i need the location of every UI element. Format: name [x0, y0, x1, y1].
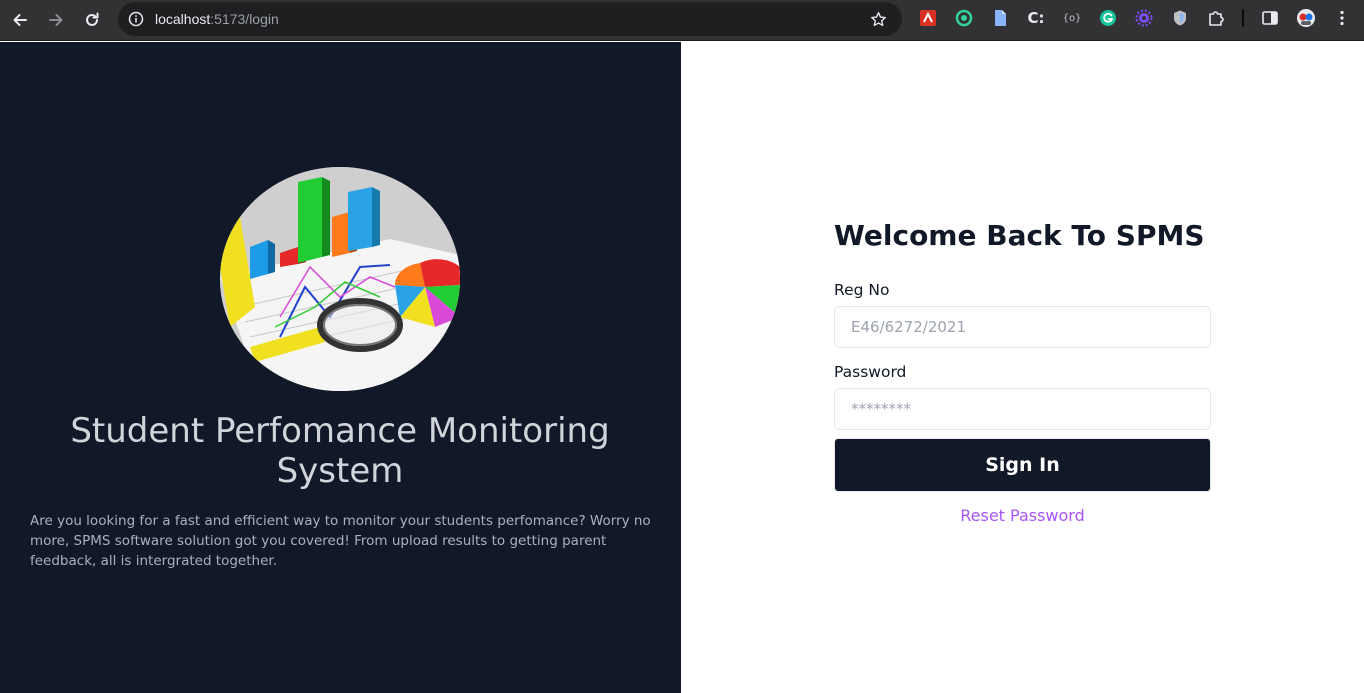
left-panel: Student Perfomance Monitoring System Are… [0, 42, 681, 693]
side-panel-icon[interactable] [1260, 8, 1280, 28]
system-title: Student Perfomance Monitoring System [70, 411, 610, 491]
forward-arrow-icon[interactable] [42, 6, 70, 34]
star-icon[interactable] [868, 9, 888, 29]
green-ring-extension-icon[interactable] [954, 8, 974, 28]
password-label: Password [834, 363, 907, 381]
purple-gear-extension-icon[interactable] [1134, 8, 1154, 28]
document-extension-icon[interactable] [990, 8, 1010, 28]
login-panel: Welcome Back To SPMS Reg No Password Sig… [681, 42, 1364, 693]
system-description: Are you looking for a fast and efficient… [30, 513, 651, 569]
reg-no-input[interactable] [834, 306, 1211, 348]
url-path: :5173/login [210, 11, 279, 27]
sign-in-button[interactable]: Sign In [834, 438, 1211, 492]
reset-password-link[interactable]: Reset Password [834, 506, 1211, 526]
url-host: localhost [155, 11, 211, 27]
c-colon-extension-icon[interactable]: C: [1026, 8, 1046, 28]
shield-extension-icon[interactable] [1170, 8, 1190, 28]
code-extension-icon[interactable]: {o} [1062, 8, 1082, 28]
browser-toolbar: localhost:5173/login C: {o} [0, 0, 1364, 41]
red-extension-icon[interactable] [918, 8, 938, 28]
analytics-illustration [220, 167, 460, 391]
puzzle-extensions-icon[interactable] [1206, 8, 1226, 28]
back-arrow-icon[interactable] [6, 6, 34, 34]
password-input[interactable] [834, 388, 1211, 430]
site-info-icon[interactable] [126, 9, 146, 29]
toolbar-divider [1242, 9, 1244, 27]
grammarly-icon[interactable] [1098, 8, 1118, 28]
address-bar[interactable]: localhost:5173/login [118, 2, 902, 36]
kebab-menu-icon[interactable] [1332, 8, 1352, 28]
reload-icon[interactable] [78, 6, 106, 34]
welcome-heading: Welcome Back To SPMS [834, 219, 1205, 252]
url-text[interactable]: localhost:5173/login [155, 9, 279, 29]
reg-no-label: Reg No [834, 281, 890, 299]
profile-avatar-icon[interactable] [1296, 8, 1316, 28]
